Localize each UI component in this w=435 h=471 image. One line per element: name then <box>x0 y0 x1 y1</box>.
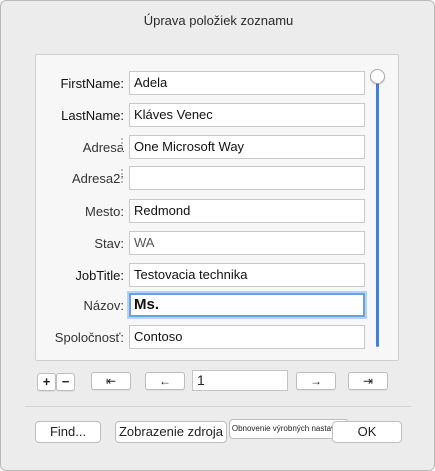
field-row-address2: Adresa2: <box>36 166 400 190</box>
jobtitle-label: JobTitle: <box>75 268 124 283</box>
field-row-lastname: LastName: Kláves Venec <box>36 103 400 127</box>
address-label: Adresa <box>82 140 124 155</box>
firstname-label: FirstName: <box>60 76 124 91</box>
field-row-state: Stav: WA <box>36 231 400 255</box>
next-record-button[interactable]: → <box>296 372 336 390</box>
state-field[interactable]: WA <box>129 231 365 255</box>
dialog-title: Úprava položiek zoznamu <box>143 13 294 28</box>
vertical-scrollbar[interactable] <box>376 77 379 347</box>
divider <box>25 406 411 407</box>
ok-button[interactable]: OK <box>332 421 402 443</box>
scroll-thumb[interactable] <box>370 69 385 84</box>
fields-panel: FirstName: Adela LastName: Kláves Venec … <box>35 54 399 361</box>
last-record-button[interactable]: ⇥ <box>348 372 388 390</box>
record-number-input[interactable]: 1 <box>192 370 288 391</box>
edit-list-items-dialog: Úprava položiek zoznamu FirstName: Adela… <box>0 0 435 471</box>
title-label: Názov: <box>83 298 124 313</box>
title-field[interactable]: Ms. <box>129 293 365 317</box>
last-record-icon: ⇥ <box>362 374 374 388</box>
field-row-company: Spoločnosť: Contoso <box>36 325 400 349</box>
find-button[interactable]: Find... <box>35 421 101 443</box>
company-field[interactable]: Contoso <box>129 325 365 349</box>
lastname-label: LastName: <box>61 108 124 123</box>
field-row-city: Mesto: Redmond <box>36 199 400 223</box>
field-row-jobtitle: JobTitle: Testovacia technika <box>36 263 400 287</box>
arrow-left-icon: ← <box>159 374 171 388</box>
first-record-button[interactable]: ⇤ <box>91 372 131 390</box>
field-row-firstname: FirstName: Adela <box>36 71 400 95</box>
previous-record-button[interactable]: ← <box>145 372 185 390</box>
arrow-right-icon: → <box>310 374 322 388</box>
city-label: Mesto: <box>84 204 124 219</box>
firstname-field[interactable]: Adela <box>129 71 365 95</box>
city-field[interactable]: Redmond <box>129 199 365 223</box>
restore-defaults-button[interactable]: Obnovenie výrobných nastavení <box>229 419 349 439</box>
drag-handle-icon <box>121 169 124 183</box>
address2-field[interactable] <box>129 166 365 190</box>
add-record-button[interactable]: + <box>37 373 56 391</box>
remove-record-button[interactable]: − <box>56 373 75 391</box>
state-label: Stav: <box>94 236 124 251</box>
view-source-button[interactable]: Zobrazenie zdroja <box>115 421 227 443</box>
drag-handle-icon <box>121 138 124 152</box>
first-record-icon: ⇤ <box>105 374 117 388</box>
field-row-address: Adresa One Microsoft Way <box>36 135 400 159</box>
field-row-title: Názov: Ms. <box>36 293 400 317</box>
jobtitle-field[interactable]: Testovacia technika <box>129 263 365 287</box>
company-label: Spoločnosť: <box>54 330 124 345</box>
address-field[interactable]: One Microsoft Way <box>129 135 365 159</box>
lastname-field[interactable]: Kláves Venec <box>129 103 365 127</box>
address2-label: Adresa2: <box>71 171 124 186</box>
